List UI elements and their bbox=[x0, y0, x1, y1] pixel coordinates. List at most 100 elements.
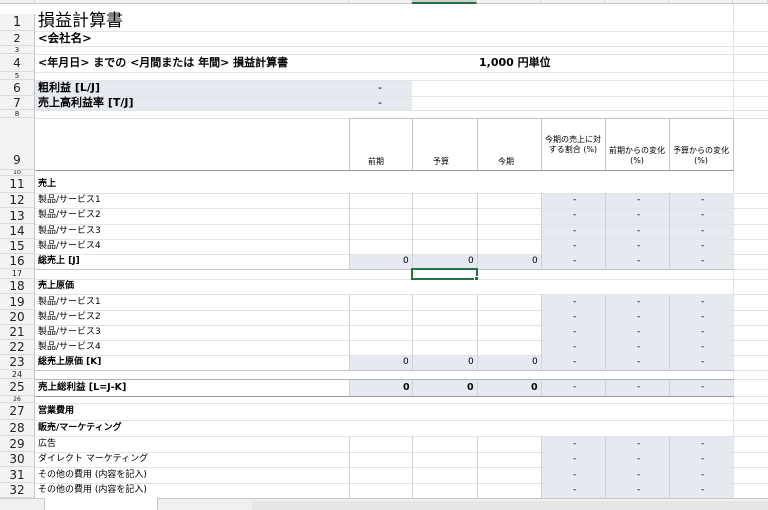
row-header[interactable]: 25 bbox=[0, 379, 35, 396]
percent-dash[interactable]: - bbox=[701, 298, 704, 307]
gross-margin-label[interactable]: 粗利益 [L/J] bbox=[38, 82, 100, 93]
row-header[interactable]: 21 bbox=[0, 325, 35, 340]
column-header-d[interactable] bbox=[477, 0, 541, 4]
sales-header[interactable]: 売上 bbox=[38, 180, 56, 189]
percent-dash[interactable]: - bbox=[701, 313, 704, 322]
sales-total-previous[interactable]: 0 bbox=[403, 257, 409, 266]
row-header[interactable]: 16 bbox=[0, 254, 35, 269]
company-name[interactable]: <会社名> bbox=[38, 32, 92, 45]
percent-dash[interactable]: - bbox=[573, 440, 576, 449]
opex-item[interactable]: その他の費用 (内容を記入) bbox=[38, 471, 147, 480]
percent-dash[interactable]: - bbox=[701, 455, 704, 464]
percent-dash[interactable]: - bbox=[637, 227, 640, 236]
gross-margin-value[interactable]: - bbox=[378, 82, 382, 93]
unit-label[interactable]: 1,000 円単位 bbox=[479, 57, 551, 68]
percent-dash[interactable]: - bbox=[637, 471, 640, 480]
percent-dash[interactable]: - bbox=[573, 471, 576, 480]
percent-dash[interactable]: - bbox=[573, 196, 576, 205]
sheet-tab-active[interactable] bbox=[44, 498, 158, 510]
percent-dash[interactable]: - bbox=[637, 313, 640, 322]
percent-dash[interactable]: - bbox=[701, 471, 704, 480]
horizontal-scrollbar[interactable] bbox=[252, 501, 768, 510]
col-previous-header[interactable]: 前期 bbox=[368, 158, 384, 166]
column-header-a[interactable] bbox=[35, 0, 349, 4]
percent-dash[interactable]: - bbox=[637, 196, 640, 205]
row-header[interactable]: 31 bbox=[0, 467, 35, 483]
period-label[interactable]: <年月日> までの <月間または 年間> 損益計算書 bbox=[38, 57, 288, 68]
percent-dash[interactable]: - bbox=[573, 358, 576, 367]
row-header[interactable]: 5 bbox=[0, 72, 35, 80]
profit-ratio-value[interactable]: - bbox=[378, 97, 382, 108]
row-header[interactable]: 2 bbox=[0, 31, 35, 46]
percent-dash[interactable]: - bbox=[701, 227, 704, 236]
percent-dash[interactable]: - bbox=[573, 455, 576, 464]
col-ratio-header[interactable]: 今期の売上に対する割合 (%) bbox=[543, 135, 603, 155]
row-header[interactable]: 9 bbox=[0, 118, 35, 170]
sales-total-current[interactable]: 0 bbox=[532, 257, 538, 266]
percent-dash[interactable]: - bbox=[701, 383, 704, 392]
row-header[interactable]: 11 bbox=[0, 176, 35, 193]
percent-dash[interactable]: - bbox=[701, 196, 704, 205]
select-all-corner[interactable] bbox=[0, 0, 35, 4]
cogs-total-budget[interactable]: 0 bbox=[468, 358, 474, 367]
percent-dash[interactable]: - bbox=[637, 343, 640, 352]
percent-dash[interactable]: - bbox=[701, 211, 704, 220]
percent-dash[interactable]: - bbox=[637, 257, 640, 266]
percent-dash[interactable]: - bbox=[637, 358, 640, 367]
selected-cell[interactable] bbox=[411, 268, 478, 280]
cogs-total-current[interactable]: 0 bbox=[532, 358, 538, 367]
column-header-h[interactable] bbox=[733, 0, 768, 4]
gross-profit-budget[interactable]: 0 bbox=[467, 383, 474, 393]
percent-dash[interactable]: - bbox=[573, 242, 576, 251]
sheet-title[interactable]: 損益計算書 bbox=[38, 13, 123, 30]
column-header-e[interactable] bbox=[541, 0, 605, 4]
row-header[interactable]: 8 bbox=[0, 110, 35, 118]
row-header[interactable]: 13 bbox=[0, 208, 35, 224]
percent-dash[interactable]: - bbox=[573, 298, 576, 307]
row-header[interactable]: 27 bbox=[0, 403, 35, 420]
row-header[interactable]: 12 bbox=[0, 193, 35, 208]
percent-dash[interactable]: - bbox=[637, 383, 640, 392]
percent-dash[interactable]: - bbox=[701, 358, 704, 367]
row-header[interactable]: 14 bbox=[0, 224, 35, 239]
row-header[interactable]: 6 bbox=[0, 80, 35, 96]
percent-dash[interactable]: - bbox=[573, 343, 576, 352]
percent-dash[interactable]: - bbox=[701, 242, 704, 251]
gross-profit-previous[interactable]: 0 bbox=[403, 383, 410, 393]
row-header[interactable]: 30 bbox=[0, 452, 35, 467]
opex-item[interactable]: 広告 bbox=[38, 440, 56, 449]
row-header[interactable]: 26 bbox=[0, 396, 35, 403]
row-header[interactable]: 3 bbox=[0, 46, 35, 54]
cogs-total-previous[interactable]: 0 bbox=[403, 358, 409, 367]
cogs-total-label[interactable]: 総売上原価 [K] bbox=[38, 358, 101, 367]
percent-dash[interactable]: - bbox=[701, 440, 704, 449]
cogs-item[interactable]: 製品/サービス3 bbox=[38, 328, 101, 337]
cogs-item[interactable]: 製品/サービス4 bbox=[38, 343, 101, 352]
row-header[interactable]: 18 bbox=[0, 279, 35, 294]
cogs-item[interactable]: 製品/サービス2 bbox=[38, 313, 101, 322]
percent-dash[interactable]: - bbox=[573, 257, 576, 266]
opex-header[interactable]: 営業費用 bbox=[38, 407, 74, 416]
opex-item[interactable]: その他の費用 (内容を記入) bbox=[38, 486, 147, 495]
row-header[interactable]: 19 bbox=[0, 294, 35, 310]
row-header[interactable]: 17 bbox=[0, 269, 35, 279]
sales-total-budget[interactable]: 0 bbox=[468, 257, 474, 266]
row-header[interactable]: 32 bbox=[0, 483, 35, 498]
percent-dash[interactable]: - bbox=[701, 343, 704, 352]
row-header[interactable]: 20 bbox=[0, 310, 35, 325]
opex-subheader[interactable]: 販売/マーケティング bbox=[38, 424, 122, 433]
percent-dash[interactable]: - bbox=[573, 328, 576, 337]
col-current-header[interactable]: 今期 bbox=[498, 158, 514, 166]
percent-dash[interactable]: - bbox=[573, 313, 576, 322]
profit-ratio-label[interactable]: 売上高利益率 [T/J] bbox=[38, 97, 134, 108]
gross-profit-current[interactable]: 0 bbox=[531, 383, 538, 393]
percent-dash[interactable]: - bbox=[573, 383, 576, 392]
percent-dash[interactable]: - bbox=[637, 486, 640, 495]
gross-profit-label[interactable]: 売上総利益 [L=J-K] bbox=[38, 383, 126, 393]
column-header-f[interactable] bbox=[605, 0, 669, 4]
sales-item[interactable]: 製品/サービス3 bbox=[38, 227, 101, 236]
spreadsheet-grid[interactable]: 1 2 3 4 5 6 7 8 9 10 11 12 13 14 15 16 1… bbox=[0, 0, 768, 498]
percent-dash[interactable]: - bbox=[701, 486, 704, 495]
row-header[interactable]: 23 bbox=[0, 355, 35, 370]
percent-dash[interactable]: - bbox=[637, 211, 640, 220]
